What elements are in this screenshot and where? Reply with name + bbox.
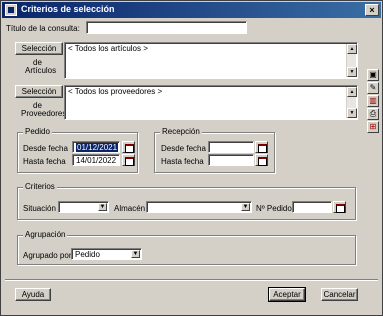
agrupacion-group-label: Agrupación	[23, 230, 68, 239]
recepcion-hasta-label: Hasta fecha	[161, 157, 204, 166]
recepcion-hasta-input[interactable]	[208, 154, 254, 166]
pedido-desde-value: 01/12/2021	[76, 143, 119, 152]
calendar-icon[interactable]	[255, 154, 268, 166]
pedido-hasta-input[interactable]: 14/01/2022	[72, 154, 120, 166]
consulta-label: Título de la consulta:	[6, 24, 80, 33]
print-icon[interactable]: ⎙	[367, 108, 379, 120]
calendar-icon[interactable]	[122, 141, 135, 153]
consulta-input[interactable]	[86, 21, 247, 34]
proveedores-scrollbar[interactable]: ▲ ▼	[346, 87, 357, 118]
recepcion-group-label: Recepción	[160, 127, 202, 136]
proveedores-value: < Todos los proveedores >	[68, 87, 163, 96]
window-title: Criterios de selección	[21, 4, 115, 14]
situacion-select[interactable]: ▼	[58, 201, 109, 213]
chevron-down-icon[interactable]: ▼	[241, 203, 250, 211]
edit-icon[interactable]: ✎	[367, 82, 379, 94]
proveedores-list[interactable]: < Todos los proveedores > ▲ ▼	[64, 85, 358, 120]
pedido-group-label: Pedido	[23, 127, 52, 136]
agrupado-value: Pedido	[75, 250, 100, 259]
articulos-value: < Todos los artículos >	[68, 44, 148, 53]
filter-icon[interactable]: ⊞	[367, 121, 379, 133]
calendar-icon[interactable]	[122, 154, 135, 166]
search-lookup-icon[interactable]	[333, 201, 346, 213]
pedido-desde-label: Desde fecha	[23, 144, 68, 153]
agrupado-select[interactable]: Pedido ▼	[71, 248, 142, 260]
save-icon[interactable]: ▣	[367, 69, 379, 81]
scroll-down-icon[interactable]: ▼	[347, 67, 357, 77]
almacen-select[interactable]: ▼	[146, 201, 252, 213]
criterios-group-label: Criterios	[23, 182, 57, 191]
articulos-scrollbar[interactable]: ▲ ▼	[346, 44, 357, 77]
cancelar-button[interactable]: Cancelar	[321, 288, 358, 301]
footer-separator	[5, 279, 378, 281]
pedido-desde-input[interactable]: 01/12/2021	[72, 141, 120, 153]
articulos-caption: Artículos	[25, 66, 57, 75]
delete-icon[interactable]: ▥	[367, 95, 379, 107]
seleccion-proveedores-button[interactable]: Selección	[15, 85, 63, 98]
chevron-down-icon[interactable]: ▼	[131, 250, 140, 258]
seleccion-articulos-button[interactable]: Selección	[15, 42, 63, 55]
scroll-up-icon[interactable]: ▲	[347, 87, 357, 97]
aceptar-button[interactable]: Aceptar	[268, 287, 306, 302]
almacen-label: Almacén	[114, 204, 146, 213]
npedido-label: Nº Pedido	[256, 204, 292, 213]
scroll-up-icon[interactable]: ▲	[347, 44, 357, 54]
title-bar: Criterios de selección ×	[2, 2, 381, 18]
recepcion-desde-input[interactable]	[208, 141, 254, 153]
npedido-input[interactable]	[292, 201, 332, 213]
calendar-icon[interactable]	[255, 141, 268, 153]
recepcion-desde-label: Desde fecha	[161, 144, 206, 153]
ayuda-button[interactable]: Ayuda	[15, 288, 51, 301]
close-button[interactable]: ×	[365, 4, 379, 16]
agrupado-label: Agrupado por	[23, 251, 72, 260]
situacion-label: Situación	[23, 204, 56, 213]
dialog-window: Criterios de selección × Título de la co…	[0, 0, 383, 316]
scroll-down-icon[interactable]: ▼	[347, 108, 357, 118]
pedido-hasta-label: Hasta fecha	[23, 157, 66, 166]
proveedores-caption: Proveedores	[21, 109, 67, 118]
agrupacion-group	[17, 235, 356, 265]
app-icon	[5, 4, 17, 16]
chevron-down-icon[interactable]: ▼	[98, 203, 107, 211]
articulos-list[interactable]: < Todos los artículos > ▲ ▼	[64, 42, 358, 79]
